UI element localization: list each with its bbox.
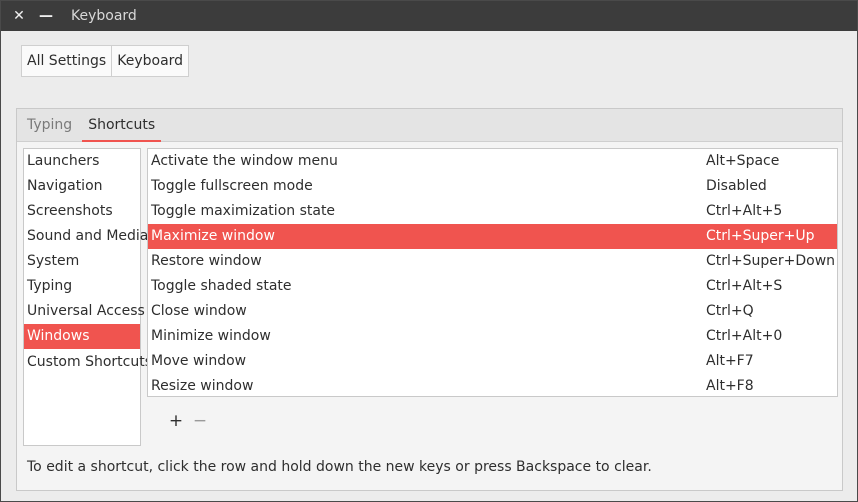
shortcut-table: Activate the window menu Alt+Space Toggl…: [147, 148, 838, 397]
breadcrumb-all-settings[interactable]: All Settings: [22, 46, 112, 76]
category-navigation[interactable]: Navigation: [24, 174, 140, 199]
shortcut-accel: Alt+F7: [706, 353, 754, 369]
shortcut-row[interactable]: Restore window Ctrl+Super+Down: [148, 249, 837, 274]
settings-panel: Typing Shortcuts Launchers Navigation Sc…: [16, 108, 843, 491]
titlebar: ✕ — Keyboard: [1, 1, 857, 31]
window-title: Keyboard: [71, 8, 137, 24]
category-screenshots[interactable]: Screenshots: [24, 199, 140, 224]
shortcut-accel: Ctrl+Super+Down: [706, 253, 836, 269]
category-windows[interactable]: Windows: [24, 324, 140, 349]
shortcut-row[interactable]: Minimize window Ctrl+Alt+0: [148, 324, 837, 349]
shortcut-accel: Disabled: [706, 178, 767, 194]
tab-bar: Typing Shortcuts: [17, 109, 842, 142]
shortcut-name: Move window: [151, 353, 247, 369]
category-list: Launchers Navigation Screenshots Sound a…: [23, 148, 152, 446]
shortcut-name: Toggle maximization state: [151, 203, 336, 219]
category-typing[interactable]: Typing: [24, 274, 140, 299]
category-launchers[interactable]: Launchers: [24, 149, 140, 174]
shortcut-accel: Ctrl+Q: [706, 303, 754, 319]
shortcut-row[interactable]: Activate the window menu Alt+Space: [148, 149, 837, 174]
category-system[interactable]: System: [24, 249, 140, 274]
shortcut-row[interactable]: Move window Alt+F7: [148, 349, 837, 374]
shortcut-row[interactable]: Toggle fullscreen mode Disabled: [148, 174, 837, 199]
edit-hint: To edit a shortcut, click the row and ho…: [27, 459, 652, 475]
minimize-icon[interactable]: —: [35, 5, 57, 27]
shortcut-row-selected[interactable]: Maximize window Ctrl+Super+Up: [148, 224, 837, 249]
shortcut-name: Maximize window: [151, 228, 275, 244]
shortcut-row[interactable]: Toggle shaded state Ctrl+Alt+S: [148, 274, 837, 299]
remove-shortcut-button[interactable]: −: [188, 409, 212, 433]
close-icon[interactable]: ✕: [8, 5, 30, 27]
category-custom-shortcuts[interactable]: Custom Shortcuts: [24, 349, 152, 376]
shortcut-name: Minimize window: [151, 328, 271, 344]
tab-shortcuts[interactable]: Shortcuts: [82, 109, 162, 142]
keyboard-window: ✕ — Keyboard All Settings Keyboard Typin…: [0, 0, 858, 502]
shortcut-row[interactable]: Toggle maximization state Ctrl+Alt+5: [148, 199, 837, 224]
shortcut-name: Resize window: [151, 378, 254, 394]
shortcut-row[interactable]: Close window Ctrl+Q: [148, 299, 837, 324]
shortcut-name: Activate the window menu: [151, 153, 338, 169]
breadcrumb: All Settings Keyboard: [21, 45, 190, 77]
shortcut-accel: Ctrl+Alt+S: [706, 278, 783, 294]
category-sound-and-media[interactable]: Sound and Media: [24, 224, 148, 249]
shortcut-name: Toggle fullscreen mode: [151, 178, 313, 194]
shortcut-actions: + −: [164, 409, 212, 433]
add-shortcut-button[interactable]: +: [164, 409, 188, 433]
shortcut-accel: Alt+Space: [706, 153, 780, 169]
shortcut-name: Close window: [151, 303, 247, 319]
shortcut-accel: Ctrl+Alt+5: [706, 203, 783, 219]
breadcrumb-keyboard[interactable]: Keyboard: [111, 46, 189, 76]
tab-typing[interactable]: Typing: [21, 109, 78, 142]
shortcut-name: Restore window: [151, 253, 262, 269]
shortcut-accel: Ctrl+Alt+0: [706, 328, 783, 344]
shortcut-name: Toggle shaded state: [151, 278, 292, 294]
shortcut-row[interactable]: Resize window Alt+F8: [148, 374, 837, 396]
category-universal-access[interactable]: Universal Access: [24, 299, 145, 324]
shortcut-accel: Ctrl+Super+Up: [706, 228, 815, 244]
shortcut-accel: Alt+F8: [706, 378, 754, 394]
